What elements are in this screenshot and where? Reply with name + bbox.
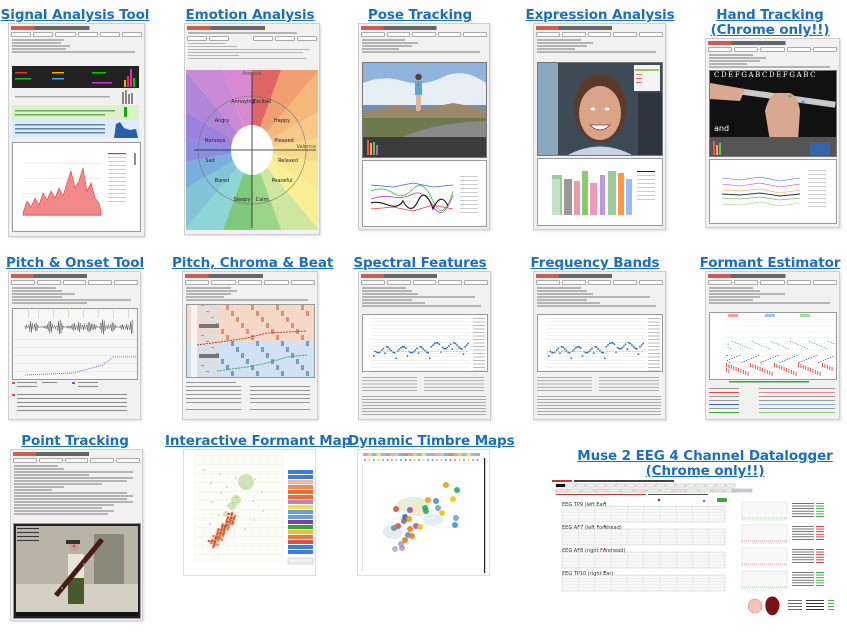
- tool-expression-analysis: Expression Analysis: [525, 8, 675, 23]
- thumbnail-pitch-chroma-beat[interactable]: [182, 271, 318, 420]
- thumbnail-frequency-bands[interactable]: [533, 271, 666, 420]
- thumbnail-point-tracking[interactable]: [10, 449, 143, 621]
- tool-interactive-formant-map: Interactive Formant Map: [165, 434, 351, 449]
- timbre-point: [423, 508, 429, 514]
- thumbnail-hand-tracking[interactable]: CDEFGABCDEFGABC and: [705, 38, 840, 228]
- heart-icon: [765, 596, 780, 616]
- tool-link-point-tracking[interactable]: Point Tracking: [0, 434, 150, 449]
- tool-link-pitch-chroma-beat[interactable]: Pitch, Chroma & Beat: [172, 256, 333, 271]
- tool-pitch-onset: Pitch & Onset Tool: [0, 256, 150, 271]
- tool-dynamic-timbre-maps: Dynamic Timbre Maps: [348, 434, 515, 449]
- emotion-label: Peaceful: [271, 178, 292, 184]
- tool-link-formant-estimator[interactable]: Formant Estimator: [695, 256, 845, 271]
- timbre-point: [435, 505, 441, 511]
- tool-link-signal-analysis[interactable]: Signal Analysis Tool: [0, 8, 150, 23]
- timbre-point: [425, 497, 431, 503]
- tool-link-muse-eeg-line1[interactable]: Muse 2 EEG 4 Channel Datalogger: [560, 449, 847, 464]
- thumbnail-expression-analysis[interactable]: [533, 23, 666, 230]
- timbre-point: [393, 506, 399, 512]
- emotion-label: Relaxed: [278, 158, 298, 164]
- emotion-label: Angry: [215, 118, 230, 124]
- emotion-label: Sad: [205, 158, 214, 164]
- tool-link-expression-analysis[interactable]: Expression Analysis: [525, 8, 675, 23]
- tool-link-hand-tracking-line1[interactable]: Hand Tracking: [695, 8, 845, 23]
- eeg-channel-label: EEG AF8 (right Forehead): [562, 548, 626, 554]
- timbre-point: [453, 515, 459, 521]
- emotion-label: Sleepy: [234, 197, 251, 203]
- timbre-point: [417, 524, 423, 530]
- timbre-point: [439, 510, 445, 516]
- timbre-point: [391, 525, 397, 531]
- emotion-label: Calm: [256, 197, 269, 203]
- timbre-point: [452, 522, 458, 528]
- brain-icon: [747, 598, 763, 614]
- tool-spectral-features: Spectral Features: [345, 256, 495, 271]
- thumbnail-spectral-features[interactable]: [358, 271, 491, 420]
- emotion-label: Annoying: [231, 99, 255, 105]
- arousal-axis-label: Arousal: [243, 71, 262, 77]
- thumbnail-interactive-formant-map[interactable]: [183, 449, 316, 576]
- thumbnail-muse-eeg[interactable]: EEG TP9 (left Ear) EEG AF7 (left Forehea…: [552, 480, 844, 620]
- timbre-point: [401, 518, 407, 524]
- tool-signal-analysis: Signal Analysis Tool: [0, 8, 150, 23]
- tool-link-interactive-formant-map[interactable]: Interactive Formant Map: [165, 434, 351, 449]
- timbre-point: [407, 526, 413, 532]
- emotion-label: Pleased: [274, 138, 293, 144]
- timbre-point: [407, 507, 413, 513]
- thumbnail-formant-estimator[interactable]: [705, 271, 840, 420]
- signal-chart: [22, 153, 136, 216]
- emotion-label: Nervous: [205, 138, 226, 144]
- timbre-point: [454, 487, 460, 493]
- emotion-label: Excited: [253, 99, 271, 105]
- thumbnail-dynamic-timbre-maps[interactable]: [357, 449, 490, 576]
- timbre-point: [443, 482, 449, 488]
- tool-frequency-bands: Frequency Bands: [520, 256, 670, 271]
- tool-link-frequency-bands[interactable]: Frequency Bands: [520, 256, 670, 271]
- tool-link-spectral-features[interactable]: Spectral Features: [345, 256, 495, 271]
- svg-text:and: and: [714, 124, 729, 133]
- thumbnail-pose-tracking[interactable]: [358, 23, 490, 230]
- thumbnail-signal-analysis[interactable]: [8, 23, 145, 237]
- eeg-channel-label: EEG TP9 (left Ear): [562, 502, 607, 508]
- tool-pose-tracking: Pose Tracking: [345, 8, 495, 23]
- tool-pitch-chroma-beat: Pitch, Chroma & Beat: [172, 256, 333, 271]
- tool-point-tracking: Point Tracking: [0, 434, 150, 449]
- timbre-point: [450, 496, 456, 502]
- eeg-channel-label: EEG TP10 (right Ear): [562, 571, 614, 577]
- tool-link-muse-eeg-line2[interactable]: (Chrome only!!): [560, 464, 847, 479]
- timbre-point: [392, 546, 398, 552]
- tool-link-pose-tracking[interactable]: Pose Tracking: [345, 8, 495, 23]
- thumbnail-emotion-analysis[interactable]: Annoying Excited Angry Happy Nervous Pleased S…: [184, 23, 320, 235]
- valence-axis-label: Valence: [296, 144, 316, 150]
- emotion-label: Happy: [274, 118, 290, 124]
- emotion-label: Bored: [215, 178, 230, 184]
- tool-link-emotion-analysis[interactable]: Emotion Analysis: [175, 8, 325, 23]
- eeg-channel-label: EEG AF7 (left Forehead): [562, 525, 622, 531]
- tool-link-dynamic-timbre-maps[interactable]: Dynamic Timbre Maps: [348, 434, 515, 449]
- tool-formant-estimator: Formant Estimator: [695, 256, 845, 271]
- tool-hand-tracking: Hand Tracking (Chrome only!!): [695, 8, 845, 38]
- tool-emotion-analysis: Emotion Analysis: [175, 8, 325, 23]
- timbre-point: [399, 545, 405, 551]
- timbre-point: [433, 498, 439, 504]
- tool-muse-eeg: Muse 2 EEG 4 Channel Datalogger (Chrome …: [560, 449, 847, 479]
- tool-link-pitch-onset[interactable]: Pitch & Onset Tool: [0, 256, 150, 271]
- emotion-wheel: AnnoyingExcited Angry Happy Nervous Pleased S…: [186, 70, 318, 230]
- timbre-point: [409, 533, 415, 539]
- tool-link-hand-tracking-line2[interactable]: (Chrome only!!): [695, 23, 845, 38]
- thumbnail-pitch-onset[interactable]: [8, 271, 141, 420]
